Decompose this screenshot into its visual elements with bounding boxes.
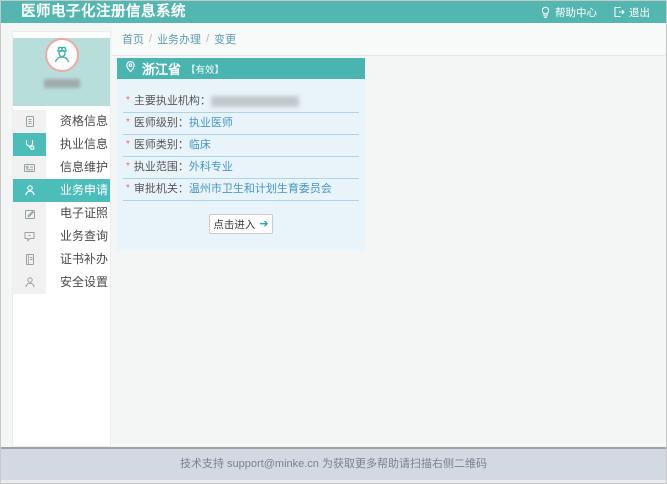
field-doctor-level: * 医师级别： 执业医师: [123, 113, 359, 135]
enter-button[interactable]: 点击进入 ➜: [209, 214, 273, 234]
sidebar-item-label: 信息维护: [46, 156, 110, 179]
status-badge: 【有效】: [186, 62, 224, 76]
sidebar-item-qualification-info[interactable]: 资格信息: [13, 110, 110, 133]
arrow-right-icon: ➜: [259, 219, 268, 230]
avatar: [45, 38, 79, 72]
doctor-avatar-icon: [51, 44, 73, 66]
required-asterisk: *: [126, 161, 130, 173]
sidebar-item-label: 证书补办: [46, 248, 110, 271]
sidebar-menu: 资格信息 执业信息: [13, 110, 110, 294]
logout-label: 退出: [629, 5, 650, 20]
profile-section: [13, 38, 110, 106]
footer-bottom-strip: [1, 480, 666, 484]
field-practice-scope: * 执业范围： 外科专业: [123, 157, 359, 179]
breadcrumb-separator: /: [206, 33, 209, 45]
breadcrumb-separator: /: [149, 33, 152, 45]
field-label: 医师级别：: [134, 117, 189, 129]
lightbulb-icon: [540, 6, 551, 19]
field-label: 医师类别：: [134, 139, 189, 151]
user-name-redacted: [44, 79, 80, 88]
top-bar-actions: 帮助中心 退出: [540, 1, 650, 23]
card-header: 浙江省 【有效】: [117, 58, 365, 79]
help-center-label: 帮助中心: [555, 5, 597, 20]
app-title: 医师电子化注册信息系统: [21, 1, 186, 23]
field-approval-authority: * 审批机关： 温州市卫生和计划生育委员会: [123, 179, 359, 201]
location-pin-icon: [125, 60, 136, 78]
sidebar-item-business-query[interactable]: 业务查询: [13, 225, 110, 248]
sidebar-item-label: 资格信息: [46, 110, 110, 133]
footer: 技术支持 support@minke.cn 为获取更多帮助请扫描右侧二维码: [1, 449, 666, 480]
required-asterisk: *: [126, 95, 130, 107]
breadcrumb: 首页 / 业务办理 / 变更: [112, 23, 665, 56]
breadcrumb-change: 变更: [214, 31, 236, 47]
document-icon: [13, 110, 46, 133]
edit-icon: [13, 202, 46, 225]
field-label: 审批机关：: [134, 183, 189, 195]
logout-button[interactable]: 退出: [613, 5, 650, 20]
field-value: 温州市卫生和计划生育委员会: [189, 183, 332, 195]
app-window: 医师电子化注册信息系统 帮助中心: [0, 0, 667, 484]
field-value: 外科专业: [189, 161, 233, 173]
region-name: 浙江省: [142, 59, 181, 78]
field-value: 执业医师: [189, 117, 233, 129]
sidebar-item-certificate-reissue[interactable]: 证书补办: [13, 248, 110, 271]
field-label: 主要执业机构：: [134, 95, 211, 107]
sidebar-item-label: 安全设置: [46, 271, 110, 294]
field-main-practice-org: * 主要执业机构：: [123, 91, 359, 113]
sidebar-item-practice-info[interactable]: 执业信息: [13, 133, 110, 156]
logout-icon: [613, 6, 625, 18]
card-body: * 主要执业机构： * 医师级别： 执业医师 * 医师类别： 临床 * 执业范围…: [117, 79, 365, 251]
sidebar: 资格信息 执业信息: [12, 31, 111, 447]
user-outline-icon: [13, 271, 46, 294]
sidebar-item-info-maintenance[interactable]: 信息维护: [13, 156, 110, 179]
id-card-icon: [13, 156, 46, 179]
redacted-value: [211, 96, 299, 107]
help-center-button[interactable]: 帮助中心: [540, 5, 597, 20]
breadcrumb-business-handling[interactable]: 业务办理: [157, 31, 201, 47]
footer-text: 技术支持 support@minke.cn 为获取更多帮助请扫描右侧二维码: [180, 458, 487, 470]
breadcrumb-home[interactable]: 首页: [122, 31, 144, 47]
required-asterisk: *: [126, 183, 130, 195]
notebook-icon: [13, 248, 46, 271]
stethoscope-icon: [13, 133, 46, 156]
field-label: 执业范围：: [134, 161, 189, 173]
required-asterisk: *: [126, 117, 130, 129]
user-icon: [13, 179, 46, 202]
sidebar-item-label: 执业信息: [46, 133, 110, 156]
sidebar-item-security-settings[interactable]: 安全设置: [13, 271, 110, 294]
top-bar: 医师电子化注册信息系统 帮助中心: [1, 1, 666, 23]
sidebar-item-electronic-license[interactable]: 电子证照: [13, 202, 110, 225]
field-value: 临床: [189, 139, 211, 151]
sidebar-item-label: 电子证照: [46, 202, 110, 225]
registration-card: 浙江省 【有效】 * 主要执业机构： * 医师级别： 执业医师 * 医师类别： …: [117, 58, 365, 251]
enter-button-label: 点击进入: [213, 217, 255, 232]
required-asterisk: *: [126, 139, 130, 151]
sidebar-item-label: 业务申请: [46, 179, 110, 202]
sidebar-item-label: 业务查询: [46, 225, 110, 248]
field-doctor-category: * 医师类别： 临床: [123, 135, 359, 157]
chat-question-icon: [13, 225, 46, 248]
sidebar-item-business-application[interactable]: 业务申请: [13, 179, 110, 202]
